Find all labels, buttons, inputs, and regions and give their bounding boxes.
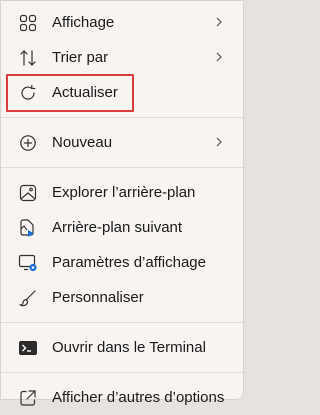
terminal-icon: [18, 338, 38, 358]
menu-item-label: Trier par: [52, 49, 109, 66]
menu-item-parametres-affichage[interactable]: Paramètres d’affichage: [5, 245, 239, 280]
menu-item-explorer-arriere-plan[interactable]: Explorer l’arrière-plan: [5, 175, 239, 210]
menu-item-label: Afficher d’autres d’options: [52, 389, 225, 406]
chevron-right-icon: [213, 16, 225, 28]
grid-icon: [18, 13, 38, 33]
menu-separator: [1, 167, 243, 168]
menu-item-actualiser[interactable]: Actualiser: [5, 75, 239, 110]
menu-separator: [1, 117, 243, 118]
menu-item-label: Affichage: [52, 14, 115, 31]
menu-item-autres-options[interactable]: Afficher d’autres d’options: [5, 380, 239, 415]
menu-item-trier-par[interactable]: Trier par: [5, 40, 239, 75]
menu-item-label: Personnaliser: [52, 289, 144, 306]
sort-icon: [18, 48, 38, 68]
menu-item-label: Actualiser: [52, 84, 118, 101]
menu-item-label: Paramètres d’affichage: [52, 254, 206, 271]
menu-item-label: Arrière-plan suivant: [52, 219, 183, 236]
menu-separator: [1, 372, 243, 373]
context-menu: Affichage Trier par Actualiser Nouveau E…: [0, 0, 244, 406]
plus-circle-icon: [18, 133, 38, 153]
brush-icon: [18, 288, 38, 308]
next-background-icon: [18, 218, 38, 238]
refresh-icon: [18, 83, 38, 103]
more-options-icon: [18, 388, 38, 408]
chevron-right-icon: [213, 136, 225, 148]
menu-item-nouveau[interactable]: Nouveau: [5, 125, 239, 160]
menu-item-arriere-plan-suivant[interactable]: Arrière-plan suivant: [5, 210, 239, 245]
menu-item-label: Explorer l’arrière-plan: [52, 184, 196, 201]
menu-item-ouvrir-terminal[interactable]: Ouvrir dans le Terminal: [5, 330, 239, 365]
chevron-right-icon: [213, 51, 225, 63]
menu-item-label: Ouvrir dans le Terminal: [52, 339, 206, 356]
menu-item-label: Nouveau: [52, 134, 113, 151]
image-icon: [18, 183, 38, 203]
menu-item-personnaliser[interactable]: Personnaliser: [5, 280, 239, 315]
menu-separator: [1, 322, 243, 323]
menu-item-affichage[interactable]: Affichage: [5, 5, 239, 40]
display-settings-icon: [18, 253, 38, 273]
